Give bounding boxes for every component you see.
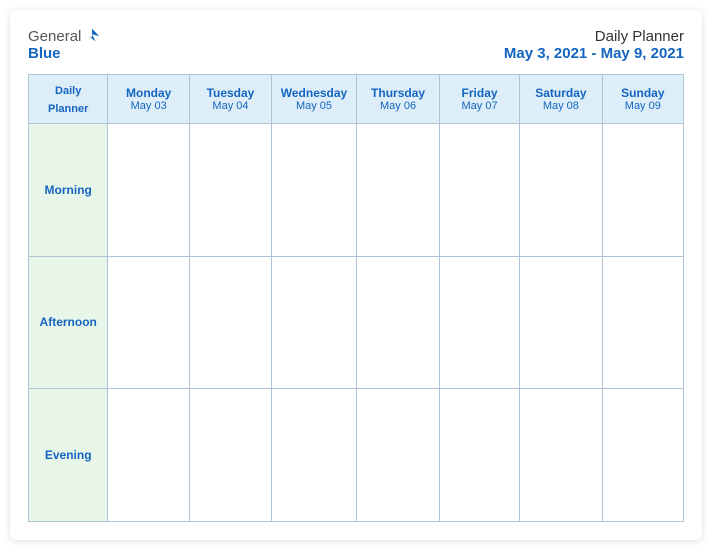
row-label-afternoon: Afternoon (29, 256, 108, 389)
col-header-wednesday: Wednesday May 05 (271, 75, 356, 124)
row-label-evening: Evening (29, 389, 108, 522)
page-container: General Blue Daily Planner May 3, 2021 -… (10, 10, 702, 540)
table-header-label: DailyPlanner (29, 75, 108, 124)
cell-tuesday-morning[interactable] (189, 124, 271, 257)
col-header-friday: Friday May 07 (440, 75, 520, 124)
cell-saturday-evening[interactable] (520, 389, 603, 522)
table-row: Afternoon (29, 256, 684, 389)
header: General Blue Daily Planner May 3, 2021 -… (28, 28, 684, 62)
table-row: Morning (29, 124, 684, 257)
cell-friday-evening[interactable] (440, 389, 520, 522)
header-daily: DailyPlanner (48, 85, 88, 115)
cell-friday-afternoon[interactable] (440, 256, 520, 389)
cell-thursday-evening[interactable] (357, 389, 440, 522)
cell-monday-evening[interactable] (108, 389, 190, 522)
col-header-monday: Monday May 03 (108, 75, 190, 124)
planner-table: DailyPlanner Monday May 03 Tuesday May 0… (28, 74, 684, 522)
cell-thursday-morning[interactable] (357, 124, 440, 257)
row-label-morning: Morning (29, 124, 108, 257)
logo-blue: Blue (28, 45, 61, 62)
cell-thursday-afternoon[interactable] (357, 256, 440, 389)
cell-saturday-afternoon[interactable] (520, 256, 603, 389)
col-header-saturday: Saturday May 08 (520, 75, 603, 124)
bird-icon (83, 27, 101, 45)
cell-wednesday-afternoon[interactable] (271, 256, 356, 389)
col-header-sunday: Sunday May 09 (602, 75, 683, 124)
logo-general: General (28, 28, 81, 45)
cell-wednesday-evening[interactable] (271, 389, 356, 522)
table-row: Evening (29, 389, 684, 522)
cell-tuesday-afternoon[interactable] (189, 256, 271, 389)
cell-sunday-afternoon[interactable] (602, 256, 683, 389)
cell-monday-afternoon[interactable] (108, 256, 190, 389)
cell-sunday-morning[interactable] (602, 124, 683, 257)
table-header-row: DailyPlanner Monday May 03 Tuesday May 0… (29, 75, 684, 124)
cell-wednesday-morning[interactable] (271, 124, 356, 257)
cell-saturday-morning[interactable] (520, 124, 603, 257)
logo: General Blue (28, 28, 101, 62)
col-header-thursday: Thursday May 06 (357, 75, 440, 124)
cell-sunday-evening[interactable] (602, 389, 683, 522)
header-right: Daily Planner May 3, 2021 - May 9, 2021 (504, 28, 684, 62)
header-dates: May 3, 2021 - May 9, 2021 (504, 45, 684, 62)
col-header-tuesday: Tuesday May 04 (189, 75, 271, 124)
cell-friday-morning[interactable] (440, 124, 520, 257)
header-title: Daily Planner (504, 28, 684, 45)
cell-tuesday-evening[interactable] (189, 389, 271, 522)
cell-monday-morning[interactable] (108, 124, 190, 257)
